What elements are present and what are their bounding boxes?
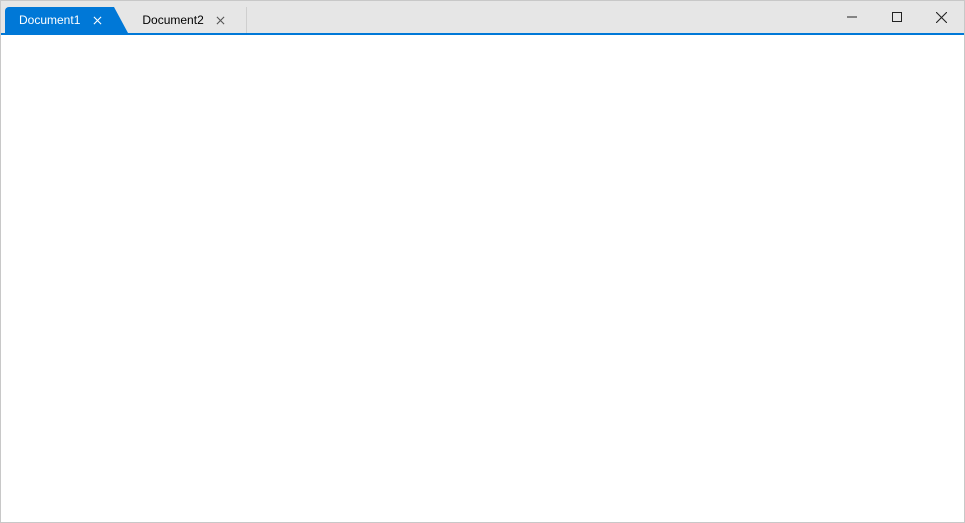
tab-document1[interactable]: Document1 <box>5 7 114 33</box>
tab-strip: Document1 Document2 <box>1 1 249 33</box>
document-content-area[interactable] <box>1 35 964 522</box>
maximize-icon <box>892 12 902 22</box>
window-controls <box>829 1 964 33</box>
maximize-button[interactable] <box>874 1 919 33</box>
tab-document2[interactable]: Document2 <box>116 7 246 33</box>
app-window: Document1 Document2 <box>0 0 965 523</box>
close-icon <box>936 12 947 23</box>
close-tab-icon[interactable] <box>90 13 104 27</box>
titlebar: Document1 Document2 <box>1 1 964 33</box>
minimize-icon <box>847 12 857 22</box>
close-button[interactable] <box>919 1 964 33</box>
close-tab-icon[interactable] <box>214 13 228 27</box>
minimize-button[interactable] <box>829 1 874 33</box>
tab-label: Document1 <box>19 7 80 33</box>
tab-label: Document2 <box>142 7 203 33</box>
